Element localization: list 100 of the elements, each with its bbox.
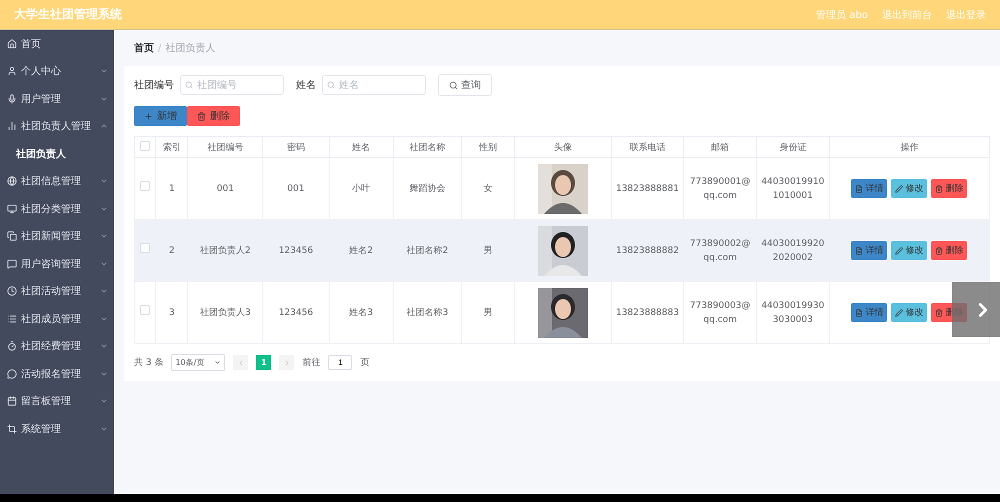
monitor-icon [7,204,17,214]
menu-item[interactable]: 社团活动管理 [0,278,114,305]
message-icon [7,368,17,379]
breadcrumb-separator: / [158,42,162,54]
page-input[interactable]: 1 [328,355,352,370]
table-cell: 舞蹈协会 [393,158,462,220]
detail-button[interactable]: 详情 [851,179,888,198]
trash-icon [935,308,944,316]
document-icon [855,184,864,192]
table-cell: 社团名称3 [393,282,462,344]
checkbox[interactable] [140,181,150,191]
page-suffix: 页 [360,357,370,369]
table-cell: 社团名称2 [393,220,462,282]
menu-item[interactable]: 社团成员管理 [0,305,114,332]
table-cell: 773890002@qq.com [684,220,756,282]
total-count: 共 3 条 [134,356,164,369]
detail-button[interactable]: 详情 [851,241,888,260]
search-field[interactable]: 社团编号 [180,75,284,95]
table-cell: 男 [462,220,515,282]
field-label: 社团编号 [134,78,174,92]
table-cell: 姓名3 [329,282,394,344]
document-icon [855,246,864,254]
goto-label: 前往 [302,356,320,369]
field-label: 姓名 [296,79,316,92]
menu-item[interactable]: 社团分类管理 [0,195,114,222]
table-cell: 1 [156,158,188,220]
globe-icon [7,176,17,186]
edit-button[interactable]: 修改 [891,241,928,260]
next-arrow-button[interactable] [952,282,1000,337]
prev-page-button[interactable] [233,355,248,370]
column-header: 头像 [514,136,612,158]
table-cell: 440300199202020002 [756,220,830,282]
table-cell: 123456 [262,220,329,282]
menu-item[interactable]: 首页 [0,30,114,58]
trash-icon [935,184,944,192]
home-icon [7,38,17,49]
delete-button[interactable]: 删除 [931,241,968,260]
table-cell: 姓名2 [329,220,394,282]
table-cell: 3 [156,282,188,344]
menu-item[interactable]: 活动报名管理 [0,360,114,388]
submenu-item[interactable]: 社团负责人 [0,140,114,168]
menu-item[interactable]: 社团负责人管理 [0,112,114,140]
table-cell: 13823888882 [611,220,684,282]
table-cell: 13823888883 [611,282,684,344]
table-cell: 女 [462,158,515,220]
plus-icon [144,112,153,120]
crop-icon [7,424,17,434]
next-page-button[interactable] [279,355,294,370]
menu-item[interactable]: 系统管理 [0,415,114,442]
table-cell: 440300199101010001 [756,158,830,220]
detail-button[interactable]: 详情 [851,303,888,322]
edit-button[interactable]: 修改 [891,179,928,198]
table-cell: 773890001@qq.com [684,158,756,220]
breadcrumb-item[interactable]: 首页 [134,41,154,55]
table-row[interactable]: 2 社团负责人2 123456 姓名2 社团名称2 男 13823888882 773890002@qq.com 440300199202020002 详情 修改 删除 [134,220,990,282]
delete-button[interactable]: 删除 [187,106,240,126]
stopwatch-icon [7,341,17,352]
chevron-icon [214,359,222,366]
menu-item[interactable]: 留言板管理 [0,388,114,415]
table-cell: 社团负责人3 [188,282,263,344]
table-cell: 13823888881 [611,158,684,220]
delete-button[interactable]: 删除 [931,179,968,198]
page-size-select[interactable]: 10条/页 [171,354,226,371]
checkbox[interactable] [140,140,150,150]
checkbox[interactable] [140,305,150,315]
user-icon [7,66,17,76]
copy-icon [7,231,17,242]
trash-icon [935,246,944,254]
checkbox[interactable] [140,243,150,253]
menu-item[interactable]: 用户咨询管理 [0,250,114,278]
calendar-icon [7,396,17,406]
trash-icon [197,112,206,120]
pencil-icon [895,308,904,316]
column-header: 操作 [829,136,990,158]
search-button[interactable]: 查询 [438,74,492,96]
search-icon [185,81,193,89]
table-cell: 男 [462,282,515,344]
bar-chart-icon [7,121,17,132]
table-cell: 123456 [262,282,329,344]
list-icon [7,314,17,324]
menu-item[interactable]: 社团信息管理 [0,168,114,195]
table-cell: 2 [156,220,188,282]
add-button[interactable]: 新增 [134,106,187,126]
table-cell: 小叶 [329,158,394,220]
pencil-icon [895,184,904,192]
search-icon [327,81,335,89]
clock-icon [7,286,17,296]
table-cell: 001 [262,158,329,220]
microphone-icon [7,94,17,104]
table-cell: 社团负责人2 [188,220,263,282]
menu-item[interactable]: 社团新闻管理 [0,222,114,250]
search-field[interactable]: 姓名 [322,75,426,95]
menu-item[interactable]: 用户管理 [0,85,114,112]
menu-item[interactable]: 个人中心 [0,58,114,85]
table-row[interactable]: 1 001 001 小叶 舞蹈协会 女 13823888881 773890001@qq.com 440300199101010001 详情 修改 删除 [134,158,990,220]
edit-button[interactable]: 修改 [891,303,928,322]
pencil-icon [895,246,904,254]
table-cell: 440300199303030003 [756,282,830,344]
menu-item[interactable]: 社团经费管理 [0,332,114,360]
chat-icon [7,258,17,269]
